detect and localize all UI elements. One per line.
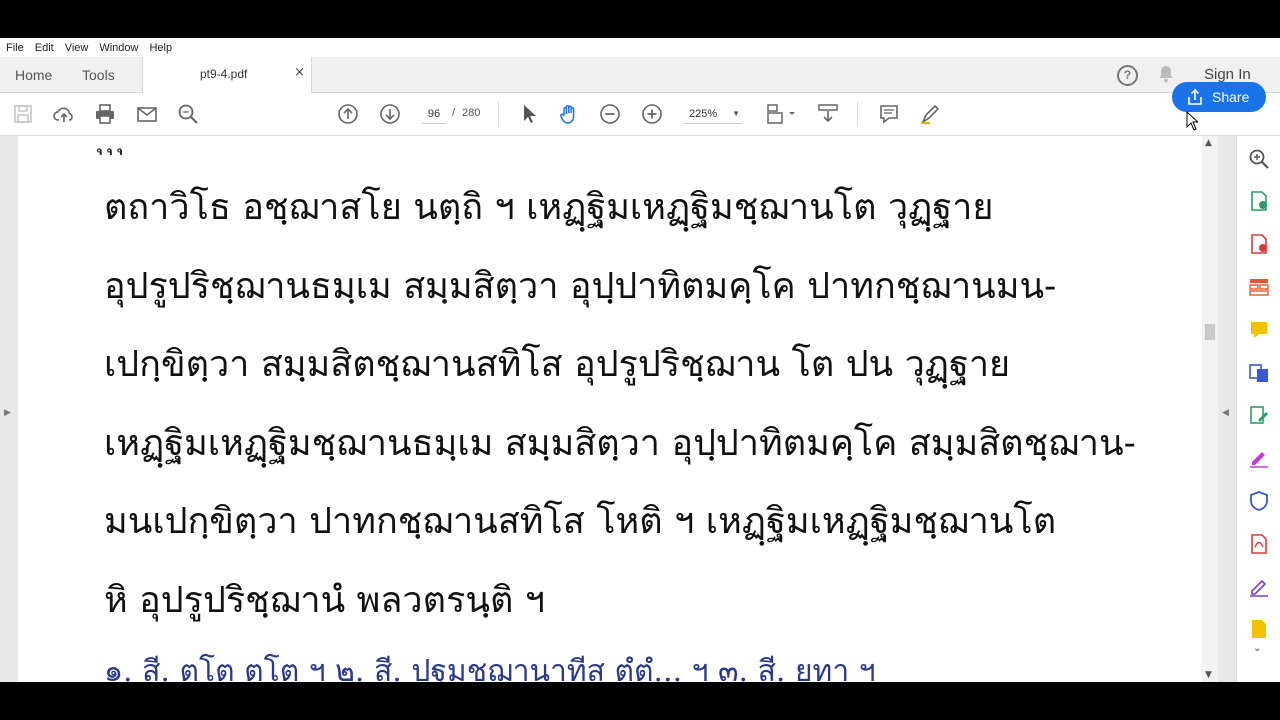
page-text-line: อุปรูปริชฺฌานธมฺเม สมฺมสิตฺวา อุปฺปาทิตม… xyxy=(104,266,1057,307)
share-icon xyxy=(1188,88,1202,105)
menu-help[interactable]: Help xyxy=(143,42,177,54)
page-number-input[interactable]: 96 xyxy=(422,105,446,124)
hand-tool-icon[interactable] xyxy=(558,103,580,125)
fill-sign-icon[interactable] xyxy=(1248,447,1270,469)
page-footnote: ๑. สี. ตโต ตโต ฯ ๒. สี. ปฐมชฺฌานาทีสุ ตํ… xyxy=(104,654,876,682)
page-text-line: มนเปกฺขิตฺวา ปาทกชฺฌานสทิโส โหติ ฯ เหฏฺฐ… xyxy=(104,501,1057,542)
more-tools-icon[interactable] xyxy=(1248,618,1270,640)
page-text-line: เปกฺขิตฺวา สมฺมสิตชฺฌานสทิโส อุปรูปริชฺฌ… xyxy=(104,344,1011,385)
vertical-scrollbar[interactable]: ▲ ▼ xyxy=(1202,136,1218,682)
signature-icon[interactable] xyxy=(1248,576,1270,598)
menu-bar: File Edit View Window Help xyxy=(0,38,1280,58)
menu-edit[interactable]: Edit xyxy=(29,42,59,54)
zoom-select[interactable]: 225% ▼ xyxy=(684,105,742,124)
help-icon[interactable]: ? xyxy=(1117,65,1138,86)
pdf-file-icon[interactable] xyxy=(1248,533,1270,555)
comment-tool-icon[interactable] xyxy=(1248,319,1270,341)
scroll-down-icon[interactable]: ▼ xyxy=(1205,670,1212,680)
comment-icon[interactable] xyxy=(878,103,900,125)
menu-file[interactable]: File xyxy=(0,42,29,54)
tab-tools[interactable]: Tools xyxy=(82,57,115,92)
zoom-out-icon[interactable] xyxy=(599,103,621,125)
close-tab-icon[interactable]: × xyxy=(294,65,305,80)
share-label: Share xyxy=(1212,89,1250,105)
menu-window[interactable]: Window xyxy=(93,42,143,54)
collapse-right-panel-icon[interactable]: ◀ xyxy=(1222,408,1229,418)
page-layout-icon[interactable] xyxy=(766,103,796,125)
export-pdf-icon[interactable] xyxy=(1248,233,1270,255)
right-tools-panel: ⌄ xyxy=(1236,136,1280,682)
page-text-cut-line: ุ ุ ุ xyxy=(104,136,125,155)
select-cursor-icon[interactable] xyxy=(518,103,540,125)
pdf-page: ุ ุ ุ ตถาวิโธ อชฺฌาสโย นตฺถิ ฯ เหฏฺฐิมเห… xyxy=(18,136,1202,682)
page-text-line: ตถาวิโธ อชฺฌาสโย นตฺถิ ฯ เหฏฺฐิมเหฏฺฐิมช… xyxy=(104,187,994,228)
create-pdf-icon[interactable] xyxy=(1248,190,1270,212)
upload-cloud-icon[interactable] xyxy=(53,103,75,125)
organize-pages-icon[interactable] xyxy=(1248,276,1270,298)
chevron-down-icon: ▼ xyxy=(732,109,740,118)
tab-bar: Home Tools pt9-4.pdf × ? Sign In xyxy=(0,57,1280,93)
highlighter-icon[interactable] xyxy=(919,103,941,125)
document-tab-label: pt9-4.pdf xyxy=(200,67,248,81)
print-icon[interactable] xyxy=(94,103,116,125)
expand-left-panel-icon[interactable]: ▶ xyxy=(4,408,11,418)
share-button[interactable]: Share xyxy=(1172,82,1266,112)
protect-icon[interactable] xyxy=(1248,490,1270,512)
page-total: 280 xyxy=(462,107,481,119)
acrobat-window: File Edit View Window Help Home Tools pt… xyxy=(0,38,1280,682)
search-zoom-icon[interactable] xyxy=(177,103,199,125)
mouse-cursor-icon xyxy=(1186,110,1200,135)
chevron-down-icon[interactable]: ⌄ xyxy=(1253,643,1261,654)
tab-document[interactable]: pt9-4.pdf × xyxy=(142,57,312,93)
page-down-icon[interactable] xyxy=(379,103,401,125)
document-viewport[interactable]: ▶ ุ ุ ุ ตถาวิโธ อชฺฌาสโย นตฺถิ ฯ เหฏฺฐิม… xyxy=(0,136,1236,682)
sign-in-link[interactable]: Sign In xyxy=(1204,66,1251,83)
page-text-line: เหฏฺฐิมเหฏฺฐิมชฺฌานธมฺเม สมฺมสิตฺวา อุปฺ… xyxy=(104,423,1136,464)
page-separator: / xyxy=(452,107,456,119)
edit-pdf-icon[interactable] xyxy=(1248,404,1270,426)
toolbar-divider xyxy=(857,101,858,127)
zoom-value: 225% xyxy=(689,108,718,120)
toolbar: 96 / 280 225% ▼ xyxy=(0,93,1280,136)
scrollbar-thumb[interactable] xyxy=(1205,324,1215,340)
zoom-tool-icon[interactable] xyxy=(1248,148,1270,170)
email-icon[interactable] xyxy=(136,103,158,125)
page-up-icon[interactable] xyxy=(337,103,359,125)
save-icon[interactable] xyxy=(12,103,34,125)
tab-home[interactable]: Home xyxy=(15,57,52,92)
scroll-up-icon[interactable]: ▲ xyxy=(1205,138,1212,148)
menu-view[interactable]: View xyxy=(59,42,94,54)
page-text-line: หิ อุปรูปริชฺฌานํ พลวตรนฺติ ฯ xyxy=(104,580,545,621)
scrolling-mode-icon[interactable] xyxy=(817,103,839,125)
toolbar-divider xyxy=(498,101,499,127)
notification-bell-icon[interactable] xyxy=(1158,65,1174,87)
zoom-in-icon[interactable] xyxy=(641,103,663,125)
combine-files-icon[interactable] xyxy=(1248,362,1270,384)
